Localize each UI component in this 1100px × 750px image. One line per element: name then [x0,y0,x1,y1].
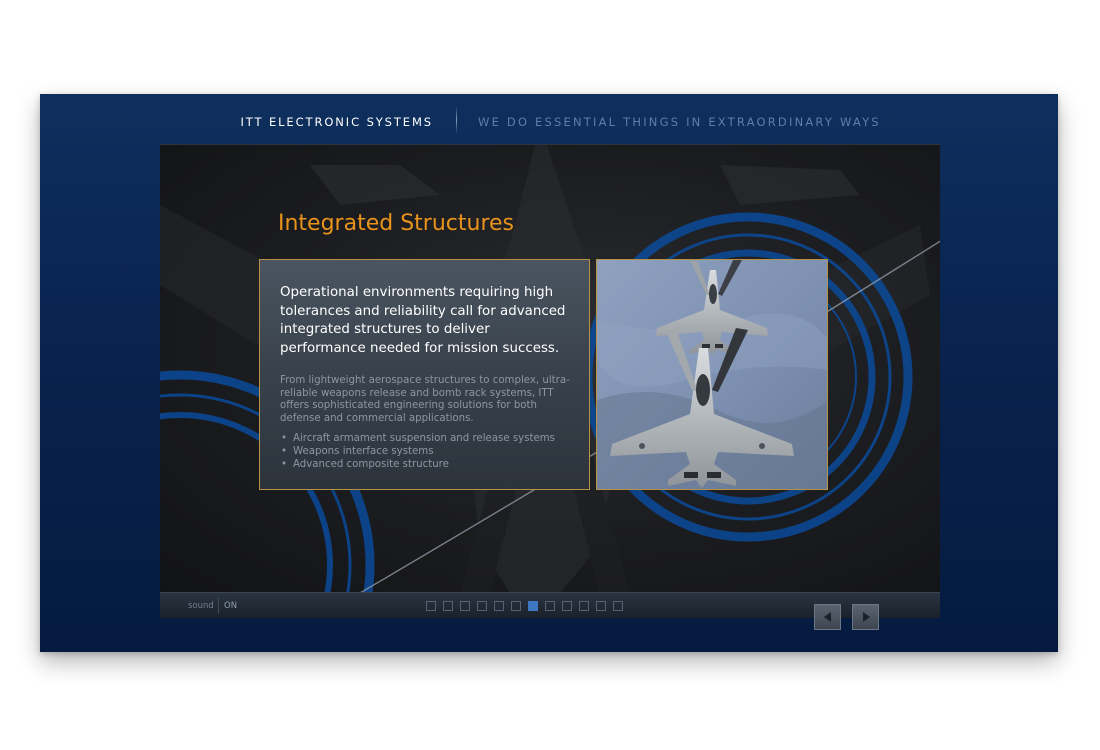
lead-paragraph: Operational environments requiring high … [280,285,566,356]
page-dot-11[interactable] [596,601,606,611]
arrow-left-icon [823,612,831,622]
header: ITT ELECTRONIC SYSTEMS WE DO ESSENTIAL T… [40,94,1058,144]
page-dot-9[interactable] [562,601,572,611]
page-dot-8[interactable] [545,601,555,611]
slide-title: Integrated Structures [278,211,515,236]
page-dot-4[interactable] [477,601,487,611]
page-dot-6[interactable] [511,601,521,611]
page-dot-3[interactable] [460,601,470,611]
sound-separator [218,598,219,614]
bullet-item: Weapons interface systems [280,445,569,458]
next-button[interactable] [852,604,879,630]
page-indicator [426,601,623,611]
presentation-frame: ITT ELECTRONIC SYSTEMS WE DO ESSENTIAL T… [40,94,1058,652]
page-dot-10[interactable] [579,601,589,611]
page-dot-7[interactable] [528,601,538,611]
bullet-list: Aircraft armament suspension and release… [280,432,569,471]
page-dot-5[interactable] [494,601,504,611]
page-dot-2[interactable] [443,601,453,611]
brand-title: ITT ELECTRONIC SYSTEMS [240,115,433,129]
bullet-item: Aircraft armament suspension and release… [280,432,569,445]
fighter-jets-photo [596,259,828,490]
page-dot-12[interactable] [613,601,623,611]
header-divider [456,106,457,134]
previous-button[interactable] [814,604,841,630]
slide-stage: Integrated Structures Operational enviro… [160,144,940,592]
body-paragraph: From lightweight aerospace structures to… [280,375,570,424]
sound-label: sound [188,601,214,611]
page-dot-1[interactable] [426,601,436,611]
sound-toggle[interactable]: ON [224,601,237,611]
bullet-item: Advanced composite structure [280,458,569,471]
text-card: Operational environments requiring high … [259,259,590,490]
arrow-right-icon [862,612,870,622]
tagline: WE DO ESSENTIAL THINGS IN EXTRAORDINARY … [478,115,881,129]
fighter-jets-illustration [597,260,827,489]
